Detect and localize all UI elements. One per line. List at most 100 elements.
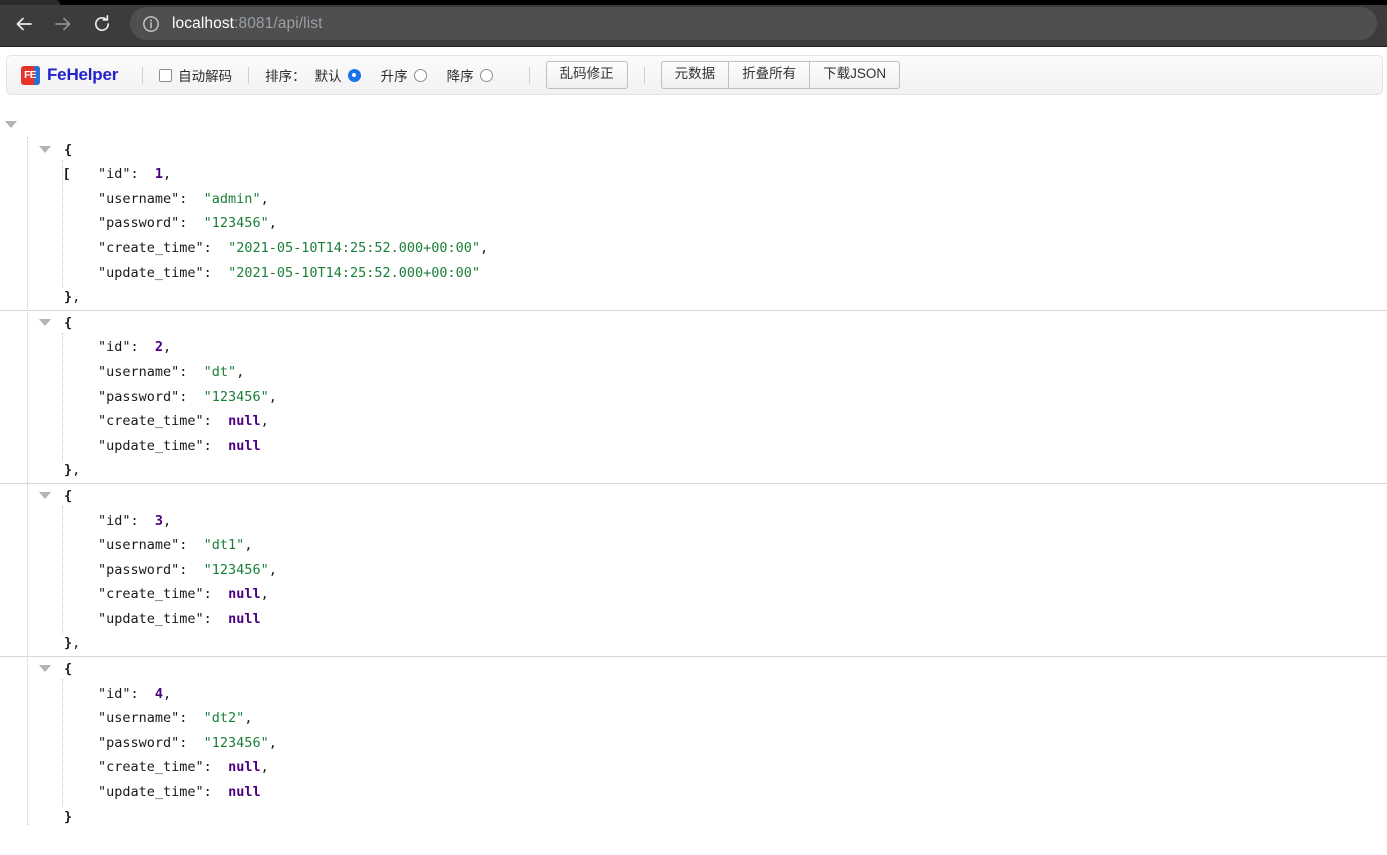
json-key: "id" <box>98 685 131 702</box>
json-property: "id": 1, <box>98 166 172 183</box>
json-comma: , <box>72 462 81 479</box>
sort-option-asc[interactable]: 升序 <box>381 65 427 85</box>
checkbox-box[interactable] <box>159 68 173 82</box>
json-object-close: }, <box>0 458 1387 483</box>
fix-garbled-button[interactable]: 乱码修正 <box>545 61 628 89</box>
json-root-close: ] <box>0 829 1387 854</box>
json-value: null <box>228 586 261 603</box>
toolbar-button-group: 元数据 折叠所有 下载JSON <box>660 61 901 89</box>
collapse-triangle-object[interactable] <box>39 491 51 499</box>
json-object-open: { <box>0 657 1387 682</box>
json-object-row: {"id": 1, "username": "admin", "password":… <box>0 138 1387 310</box>
json-key: "update_time" <box>98 264 204 281</box>
radio-dot-desc[interactable] <box>479 68 493 82</box>
separator <box>643 66 645 84</box>
address-bar[interactable]: localhost:8081/api/list <box>130 7 1377 40</box>
json-key: "create_time" <box>98 239 204 256</box>
json-comma: , <box>244 537 253 554</box>
radio-dot-default[interactable] <box>347 68 361 82</box>
json-records: { "id": 1, "username": "admin", "password":… <box>0 138 1387 830</box>
brace-close: } <box>64 462 73 479</box>
json-object-close: }, <box>0 285 1387 310</box>
sort-option-default[interactable]: 默认 <box>315 65 361 85</box>
sort-label: 排序： <box>265 69 306 84</box>
arrow-right-icon <box>53 14 73 34</box>
json-key: "id" <box>98 339 131 356</box>
browser-chrome: localhost:8081/api/list <box>0 0 1387 47</box>
brace-open: { <box>64 314 73 331</box>
arrow-left-icon <box>14 14 34 34</box>
json-value: "dt1" <box>203 537 245 554</box>
brace-close: } <box>64 635 73 652</box>
json-value: "123456" <box>203 388 269 405</box>
forward-button[interactable] <box>49 10 77 38</box>
json-key: "password" <box>98 561 180 578</box>
collapse-triangle-object[interactable] <box>39 145 51 153</box>
json-comma: , <box>268 561 277 578</box>
json-value: "dt" <box>203 363 237 380</box>
json-object-row: {"id": 3, "username": "dt1", "password": "… <box>0 482 1387 656</box>
json-value: "2021-05-10T14:25:52.000+00:00" <box>228 239 481 256</box>
json-value: null <box>228 610 261 627</box>
collapse-all-button[interactable]: 折叠所有 <box>728 61 810 89</box>
radio-dot-asc[interactable] <box>413 68 427 82</box>
json-object-close: } <box>0 805 1387 830</box>
json-property: "create_time": null, <box>98 413 269 430</box>
json-comma: , <box>72 289 81 306</box>
json-key: "username" <box>98 190 180 207</box>
sort-option-default-label: 默认 <box>314 69 342 84</box>
info-circle-icon[interactable] <box>142 15 160 33</box>
active-tab[interactable] <box>0 0 60 5</box>
collapse-triangle-object[interactable] <box>39 318 51 326</box>
json-value: "2021-05-10T14:25:52.000+00:00" <box>228 264 481 281</box>
collapse-triangle-object[interactable] <box>39 665 51 673</box>
json-value: null <box>228 437 261 454</box>
json-comma: , <box>163 166 172 183</box>
json-object-open: { <box>0 138 1387 163</box>
json-key: "username" <box>98 710 180 727</box>
json-property: "create_time": "2021-05-10T14:25:52.000+… <box>98 239 489 256</box>
sort-option-desc[interactable]: 降序 <box>447 65 493 85</box>
url-text: localhost:8081/api/list <box>172 15 323 33</box>
json-key: "password" <box>98 388 180 405</box>
json-key: "update_time" <box>98 784 204 801</box>
collapse-triangle-root[interactable] <box>5 121 17 128</box>
json-comma: , <box>260 190 269 207</box>
json-comma: , <box>260 586 269 603</box>
json-value: 2 <box>154 339 164 356</box>
url-path: :8081/api/list <box>234 14 323 32</box>
json-value: null <box>228 413 261 430</box>
json-key: "update_time" <box>98 437 204 454</box>
auto-decode-label: 自动解码 <box>178 69 233 84</box>
json-viewer: [ {"id": 1, "username": "admin", "password… <box>0 113 1387 854</box>
json-key: "id" <box>98 512 131 529</box>
json-value: 4 <box>154 685 164 702</box>
url-host: localhost <box>172 14 235 32</box>
json-key: "password" <box>98 215 180 232</box>
reload-button[interactable] <box>88 10 116 38</box>
json-value: null <box>228 759 261 776</box>
json-property: "update_time": "2021-05-10T14:25:52.000+… <box>98 264 481 281</box>
separator <box>142 66 144 84</box>
json-key: "password" <box>98 734 180 751</box>
json-comma: , <box>268 388 277 405</box>
json-property: "username": "dt1", <box>98 537 253 554</box>
download-json-button[interactable]: 下载JSON <box>809 61 901 89</box>
metadata-button[interactable]: 元数据 <box>660 61 729 89</box>
json-property: "id": 2, <box>98 339 172 356</box>
fehelper-logo[interactable]: FE FeHelper <box>21 65 118 85</box>
json-property: "username": "admin", <box>98 190 269 207</box>
brace-open: { <box>64 141 73 158</box>
json-comma: , <box>163 512 172 529</box>
json-key: "create_time" <box>98 586 204 603</box>
json-property: "id": 4, <box>98 685 172 702</box>
json-value: "123456" <box>203 734 269 751</box>
json-property: "password": "123456", <box>98 561 277 578</box>
json-comma: , <box>72 635 81 652</box>
json-value: null <box>228 784 261 801</box>
json-value: "admin" <box>203 190 261 207</box>
json-object-open: { <box>0 311 1387 336</box>
auto-decode-checkbox[interactable]: 自动解码 <box>159 65 232 85</box>
separator <box>248 66 250 84</box>
back-button[interactable] <box>10 10 38 38</box>
